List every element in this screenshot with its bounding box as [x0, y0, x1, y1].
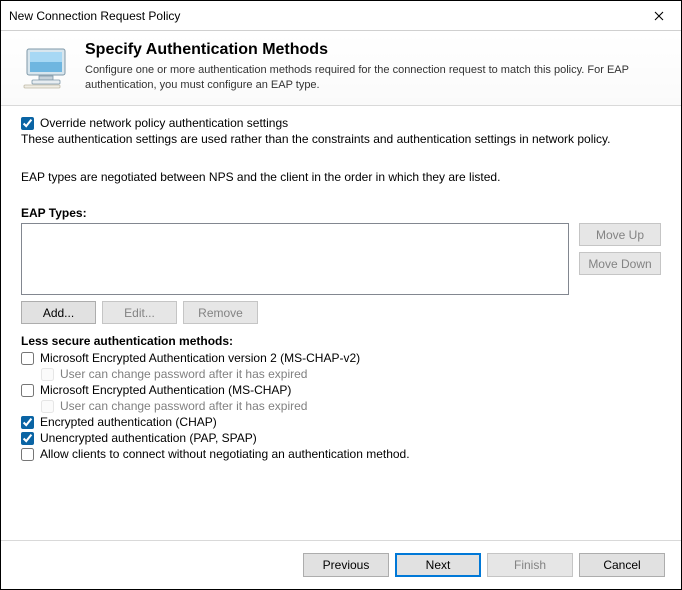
- chap-row: Encrypted authentication (CHAP): [21, 415, 661, 429]
- eap-side-buttons: Move Up Move Down: [579, 223, 661, 275]
- window-title: New Connection Request Policy: [9, 9, 636, 23]
- eap-types-label: EAP Types:: [21, 206, 661, 220]
- pap-label: Unencrypted authentication (PAP, SPAP): [40, 431, 257, 445]
- pap-row: Unencrypted authentication (PAP, SPAP): [21, 431, 661, 445]
- add-button[interactable]: Add...: [21, 301, 96, 324]
- mschap-pw-label: User can change password after it has ex…: [60, 399, 307, 413]
- mschap-row: Microsoft Encrypted Authentication (MS-C…: [21, 383, 661, 397]
- close-button[interactable]: [636, 1, 681, 30]
- mschap-v2-label: Microsoft Encrypted Authentication versi…: [40, 351, 360, 365]
- mschap-label: Microsoft Encrypted Authentication (MS-C…: [40, 383, 291, 397]
- less-secure-title: Less secure authentication methods:: [21, 334, 661, 348]
- allow-no-auth-checkbox[interactable]: [21, 448, 34, 461]
- eap-row-buttons: Add... Edit... Remove: [21, 301, 661, 324]
- previous-button[interactable]: Previous: [303, 553, 389, 577]
- monitor-icon: [23, 45, 73, 93]
- chap-checkbox[interactable]: [21, 416, 34, 429]
- eap-types-listbox[interactable]: [21, 223, 569, 295]
- eap-note: EAP types are negotiated between NPS and…: [21, 170, 661, 184]
- allow-no-auth-row: Allow clients to connect without negotia…: [21, 447, 661, 461]
- page-heading: Specify Authentication Methods: [85, 41, 661, 59]
- wizard-footer: Previous Next Finish Cancel: [1, 540, 681, 589]
- mschap-v2-pw-label: User can change password after it has ex…: [60, 367, 307, 381]
- titlebar: New Connection Request Policy: [1, 1, 681, 31]
- override-label: Override network policy authentication s…: [40, 116, 288, 130]
- override-checkbox[interactable]: [21, 117, 34, 130]
- mschap-checkbox[interactable]: [21, 384, 34, 397]
- header-text-column: Specify Authentication Methods Configure…: [85, 41, 661, 93]
- finish-button[interactable]: Finish: [487, 553, 573, 577]
- header-icon-column: [23, 41, 85, 93]
- wizard-body: Override network policy authentication s…: [1, 106, 681, 540]
- override-note: These authentication settings are used r…: [21, 132, 661, 146]
- chap-label: Encrypted authentication (CHAP): [40, 415, 217, 429]
- mschap-v2-pw-row: User can change password after it has ex…: [21, 367, 661, 381]
- mschap-v2-pw-checkbox: [41, 368, 54, 381]
- move-down-button[interactable]: Move Down: [579, 252, 661, 275]
- mschap-pw-row: User can change password after it has ex…: [21, 399, 661, 413]
- mschap-v2-checkbox[interactable]: [21, 352, 34, 365]
- wizard-header: Specify Authentication Methods Configure…: [1, 31, 681, 106]
- eap-area: Move Up Move Down: [21, 223, 661, 295]
- override-checkbox-row: Override network policy authentication s…: [21, 116, 661, 130]
- pap-checkbox[interactable]: [21, 432, 34, 445]
- edit-button[interactable]: Edit...: [102, 301, 177, 324]
- mschap-pw-checkbox: [41, 400, 54, 413]
- move-up-button[interactable]: Move Up: [579, 223, 661, 246]
- page-description: Configure one or more authentication met…: [85, 63, 661, 93]
- next-button[interactable]: Next: [395, 553, 481, 577]
- remove-button[interactable]: Remove: [183, 301, 258, 324]
- allow-no-auth-label: Allow clients to connect without negotia…: [40, 447, 410, 461]
- close-icon: [654, 11, 664, 21]
- mschap-v2-row: Microsoft Encrypted Authentication versi…: [21, 351, 661, 365]
- cancel-button[interactable]: Cancel: [579, 553, 665, 577]
